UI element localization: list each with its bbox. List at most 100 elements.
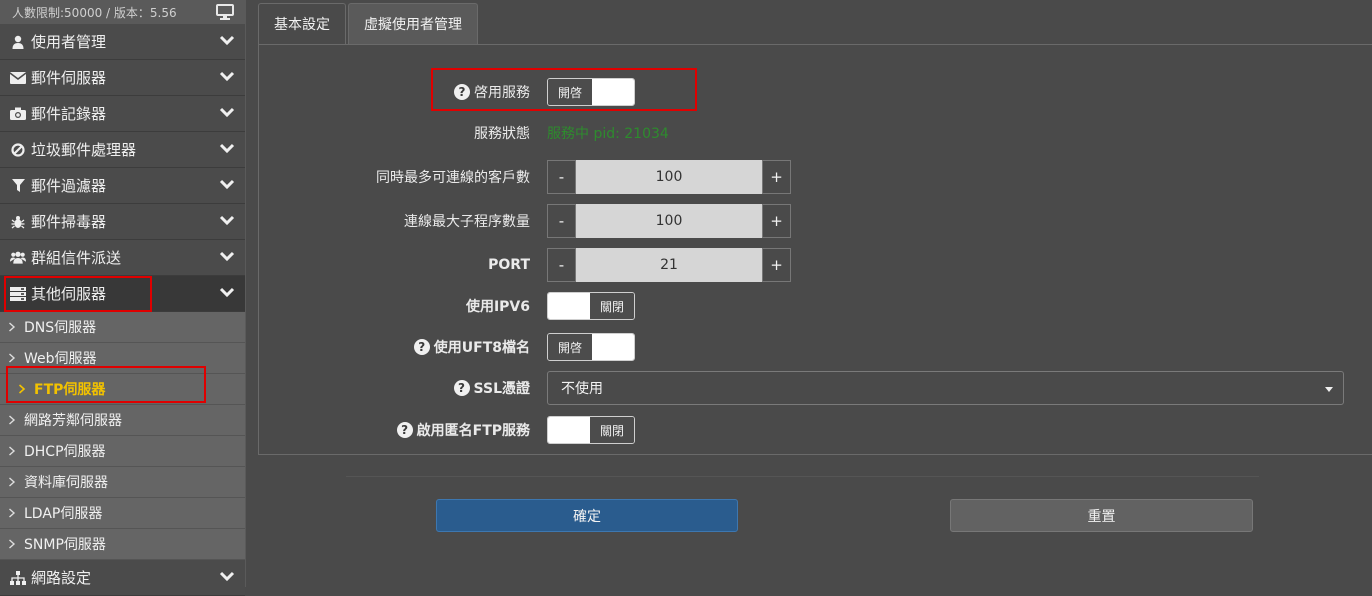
sidebar-category-label: 郵件伺服器	[31, 69, 107, 87]
chevron-down-icon	[219, 179, 235, 190]
reset-button[interactable]: 重置	[950, 499, 1253, 532]
sidebar-item-database-server[interactable]: 資料庫伺服器	[0, 467, 245, 498]
form-row-anonymous-ftp: ? 啟用匿名FTP服務 關閉	[259, 413, 1372, 447]
sidebar-item-dhcp-server[interactable]: DHCP伺服器	[0, 436, 245, 467]
enable-service-label: ? 啓用服務	[454, 75, 530, 109]
max-children-label: 連線最大子程序數量	[404, 214, 530, 230]
form-row-max-children: 連線最大子程序數量 - 100 +	[259, 204, 1372, 238]
toggle-knob	[548, 293, 590, 319]
confirm-button[interactable]: 確定	[436, 499, 738, 532]
help-icon[interactable]: ?	[454, 84, 470, 100]
chevron-down-icon	[219, 287, 235, 298]
max-clients-stepper: - 100 +	[547, 160, 791, 194]
filter-icon	[10, 178, 26, 194]
anonymous-ftp-label: ? 啟用匿名FTP服務	[396, 413, 530, 447]
sidebar: 人數限制:50000 / 版本：5.56 使用者管理 郵件伺服器 郵件記錄器 垃…	[0, 0, 246, 596]
enable-service-control: 開啓	[547, 75, 635, 109]
caret-down-icon	[1325, 387, 1333, 392]
increment-button[interactable]: +	[762, 248, 791, 282]
port-input[interactable]: 21	[576, 248, 762, 282]
chevron-right-icon	[18, 384, 26, 394]
max-children-stepper: - 100 +	[547, 204, 791, 238]
sidebar-item-label: DHCP伺服器	[24, 444, 106, 460]
chevron-down-icon	[219, 35, 235, 46]
tab-basic-settings[interactable]: 基本設定	[258, 3, 346, 44]
form-row-ssl: ? SSL憑證 不使用	[259, 371, 1372, 405]
help-icon[interactable]: ?	[413, 339, 430, 355]
form-row-ipv6: 使用IPV6 關閉	[259, 289, 1372, 323]
camera-icon	[10, 106, 26, 122]
sidebar-category-spam-processor[interactable]: 垃圾郵件處理器	[0, 132, 245, 168]
sidebar-menu: 使用者管理 郵件伺服器 郵件記錄器 垃圾郵件處理器 郵件過濾器 郵件掃毒器 群組…	[0, 24, 245, 596]
ban-icon	[10, 142, 26, 158]
ipv6-control: 關閉	[547, 289, 635, 323]
sidebar-category-user-management[interactable]: 使用者管理	[0, 24, 245, 60]
form-row-utf8: ? 使用UFT8檔名 開啓	[259, 330, 1372, 364]
increment-button[interactable]: +	[762, 204, 791, 238]
utf8-toggle[interactable]: 開啓	[547, 333, 635, 361]
decrement-button[interactable]: -	[547, 204, 576, 238]
toggle-off-label: 關閉	[590, 293, 634, 319]
increment-button[interactable]: +	[762, 160, 791, 194]
sidebar-item-label: SNMP伺服器	[24, 537, 106, 553]
sidebar-category-label: 郵件記錄器	[31, 105, 107, 123]
sidebar-category-label: 群組信件派送	[31, 249, 122, 267]
sidebar-item-dns-server[interactable]: DNS伺服器	[0, 312, 245, 343]
chevron-down-icon	[219, 571, 235, 582]
envelope-icon	[10, 70, 26, 86]
toggle-knob	[592, 334, 634, 360]
decrement-button[interactable]: -	[547, 248, 576, 282]
monitor-icon[interactable]	[216, 4, 234, 20]
server-icon	[10, 286, 26, 302]
sidebar-category-label: 垃圾郵件處理器	[31, 141, 137, 159]
ipv6-toggle[interactable]: 關閉	[547, 292, 635, 320]
ssl-control: 不使用	[547, 371, 1344, 405]
sidebar-category-label: 使用者管理	[31, 33, 107, 51]
port-stepper: - 21 +	[547, 248, 791, 282]
sidebar-category-group-mail[interactable]: 群組信件派送	[0, 240, 245, 276]
sidebar-category-other-servers[interactable]: 其他伺服器	[0, 276, 245, 312]
sidebar-category-label: 網路設定	[31, 569, 92, 587]
sidebar-item-snmp-server[interactable]: SNMP伺服器	[0, 529, 245, 560]
toggle-knob	[592, 79, 634, 105]
sidebar-item-label: DNS伺服器	[24, 320, 97, 336]
max-clients-label: 同時最多可連線的客戶數	[376, 170, 530, 186]
sidebar-category-mail-server[interactable]: 郵件伺服器	[0, 60, 245, 96]
sidebar-category-label: 郵件掃毒器	[31, 213, 107, 231]
max-clients-input[interactable]: 100	[576, 160, 762, 194]
chevron-right-icon	[9, 415, 16, 425]
ssl-selected-value: 不使用	[561, 381, 603, 397]
divider	[346, 476, 1259, 477]
ssl-select[interactable]: 不使用	[547, 371, 1344, 405]
sidebar-item-network-neighborhood-server[interactable]: 網路芳鄰伺服器	[0, 405, 245, 436]
service-status-control: 服務中 pid: 21034	[547, 116, 669, 150]
sidebar-item-label: 資料庫伺服器	[24, 475, 108, 491]
anonymous-ftp-toggle[interactable]: 關閉	[547, 416, 635, 444]
sidebar-category-mail-logger[interactable]: 郵件記錄器	[0, 96, 245, 132]
license-text: 人數限制:50000 / 版本：5.56	[12, 5, 177, 20]
sidebar-category-mail-filter[interactable]: 郵件過濾器	[0, 168, 245, 204]
service-status-value: 服務中 pid: 21034	[547, 126, 669, 142]
user-icon	[10, 34, 26, 50]
chevron-right-icon	[9, 508, 16, 518]
help-icon[interactable]: ?	[453, 380, 470, 396]
enable-service-toggle[interactable]: 開啓	[547, 78, 635, 106]
sidebar-category-label: 其他伺服器	[31, 285, 107, 303]
utf8-control: 開啓	[547, 330, 635, 364]
decrement-button[interactable]: -	[547, 160, 576, 194]
sidebar-item-web-server[interactable]: Web伺服器	[0, 343, 245, 374]
license-info: 人數限制:50000 / 版本：5.56	[0, 0, 245, 24]
form-row-port: PORT - 21 +	[259, 248, 1372, 282]
chevron-down-icon	[219, 107, 235, 118]
settings-panel: ? 啓用服務 開啓 服務狀態 服務中 pid: 21034 同時最多可連線的客戶…	[258, 44, 1372, 455]
chevron-right-icon	[9, 477, 16, 487]
sidebar-item-label: Web伺服器	[24, 351, 97, 367]
sidebar-item-ldap-server[interactable]: LDAP伺服器	[0, 498, 245, 529]
tab-virtual-user-management[interactable]: 虛擬使用者管理	[348, 3, 478, 44]
sidebar-category-virus-scanner[interactable]: 郵件掃毒器	[0, 204, 245, 240]
sidebar-category-network-settings[interactable]: 網路設定	[0, 560, 245, 596]
sidebar-item-ftp-server[interactable]: FTP伺服器	[0, 374, 245, 405]
toggle-on-label: 開啓	[548, 334, 592, 360]
help-icon[interactable]: ?	[396, 422, 413, 438]
max-children-input[interactable]: 100	[576, 204, 762, 238]
